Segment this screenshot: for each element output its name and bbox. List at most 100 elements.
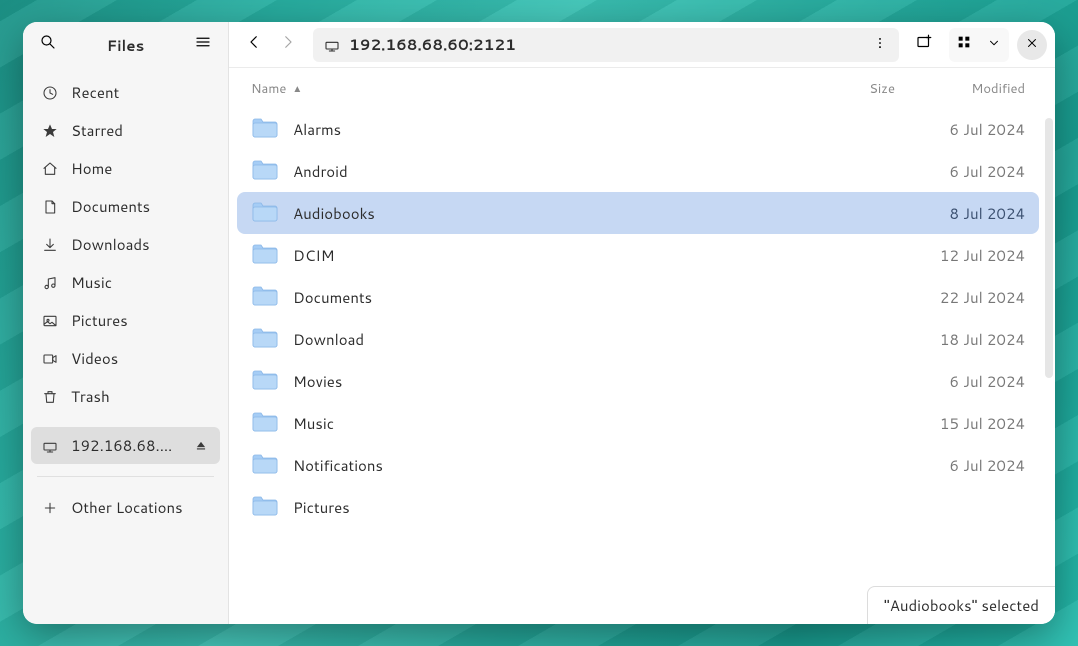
hamburger-icon xyxy=(194,33,212,57)
sidebar-item-trash[interactable]: Trash xyxy=(31,378,220,415)
sidebar-item-label: Downloads xyxy=(71,234,210,255)
search-button[interactable] xyxy=(31,28,65,62)
path-bar[interactable]: 192.168.68.60:2121 xyxy=(313,28,899,62)
file-name: DCIM xyxy=(293,245,805,266)
column-header-name[interactable]: Name ▲ xyxy=(251,80,805,98)
nav-buttons xyxy=(237,28,305,62)
sidebar-item-other-locations[interactable]: Other Locations xyxy=(31,489,220,526)
eject-button[interactable] xyxy=(192,437,210,455)
sidebar-divider xyxy=(37,476,214,477)
home-icon xyxy=(41,160,59,178)
view-mode-button[interactable] xyxy=(949,28,979,62)
search-icon xyxy=(39,33,57,57)
file-listing[interactable]: Name ▲ Size Modified Alarms 6 Jul 2024 A… xyxy=(229,68,1055,624)
sidebar-item-label: Pictures xyxy=(71,310,210,331)
column-header-modified[interactable]: Modified xyxy=(895,80,1025,98)
sidebar-item-label: Other Locations xyxy=(71,497,210,518)
folder-icon xyxy=(251,411,281,435)
sidebar-item-music[interactable]: Music xyxy=(31,264,220,301)
folder-icon xyxy=(251,453,281,477)
file-row[interactable]: Movies 6 Jul 2024 xyxy=(237,360,1039,402)
sidebar-item-network-share[interactable]: 192.168.68.6… xyxy=(31,427,220,464)
column-header-size[interactable]: Size xyxy=(805,80,895,98)
hamburger-menu-button[interactable] xyxy=(186,28,220,62)
toolbar: 192.168.68.60:2121 xyxy=(229,22,1055,68)
file-row[interactable]: Notifications 6 Jul 2024 xyxy=(237,444,1039,486)
grid-icon xyxy=(956,33,972,56)
file-name: Movies xyxy=(293,371,805,392)
file-row[interactable]: Music 15 Jul 2024 xyxy=(237,402,1039,444)
back-button[interactable] xyxy=(237,28,271,62)
sidebar-other: Other Locations xyxy=(23,483,228,532)
forward-button[interactable] xyxy=(271,28,305,62)
folder-icon xyxy=(251,243,281,267)
folder-icon xyxy=(251,117,281,141)
file-name: Notifications xyxy=(293,455,805,476)
folder-icon xyxy=(251,285,281,309)
folder-icon xyxy=(251,327,281,351)
file-manager-window: Files Recent Starred Hom xyxy=(23,22,1055,624)
file-name: Android xyxy=(293,161,805,182)
file-name: Download xyxy=(293,329,805,350)
path-text: 192.168.68.60:2121 xyxy=(349,34,859,55)
selection-status-text: "Audiobooks" selected xyxy=(884,595,1039,616)
folder-icon xyxy=(251,159,281,183)
videos-icon xyxy=(41,350,59,368)
view-options-button[interactable] xyxy=(979,28,1009,62)
sidebar-item-label: 192.168.68.6… xyxy=(71,435,180,456)
file-modified: 12 Jul 2024 xyxy=(895,245,1025,266)
file-row[interactable]: Alarms 6 Jul 2024 xyxy=(237,108,1039,150)
column-header-name-label: Name xyxy=(251,80,286,98)
sidebar-item-label: Videos xyxy=(71,348,210,369)
sidebar-item-label: Recent xyxy=(71,82,210,103)
close-icon xyxy=(1025,33,1039,56)
file-row[interactable]: Documents 22 Jul 2024 xyxy=(237,276,1039,318)
folder-icon xyxy=(251,201,281,225)
path-options-button[interactable] xyxy=(867,32,893,58)
sidebar-item-pictures[interactable]: Pictures xyxy=(31,302,220,339)
sidebar-item-label: Home xyxy=(71,158,210,179)
sidebar-item-documents[interactable]: Documents xyxy=(31,188,220,225)
sidebar-item-home[interactable]: Home xyxy=(31,150,220,187)
file-row[interactable]: DCIM 12 Jul 2024 xyxy=(237,234,1039,276)
file-name: Audiobooks xyxy=(293,203,805,224)
new-tab-icon xyxy=(915,33,933,57)
sidebar-item-label: Documents xyxy=(71,196,210,217)
sidebar-item-downloads[interactable]: Downloads xyxy=(31,226,220,263)
file-row[interactable]: Android 6 Jul 2024 xyxy=(237,150,1039,192)
download-icon xyxy=(41,236,59,254)
file-modified: 6 Jul 2024 xyxy=(895,119,1025,140)
trash-icon xyxy=(41,388,59,406)
file-row[interactable]: Audiobooks 8 Jul 2024 xyxy=(237,192,1039,234)
sidebar-places: Recent Starred Home Documents Downloads xyxy=(23,68,228,421)
app-title: Files xyxy=(71,35,180,56)
file-row[interactable]: Pictures xyxy=(237,486,1039,528)
server-icon xyxy=(41,437,59,455)
star-icon xyxy=(41,122,59,140)
selection-status: "Audiobooks" selected xyxy=(867,586,1055,624)
sidebar-item-label: Starred xyxy=(71,120,210,141)
sidebar-item-starred[interactable]: Starred xyxy=(31,112,220,149)
chevron-right-icon xyxy=(279,33,297,57)
file-row[interactable]: Download 18 Jul 2024 xyxy=(237,318,1039,360)
close-button[interactable] xyxy=(1017,30,1047,60)
file-modified: 15 Jul 2024 xyxy=(895,413,1025,434)
new-tab-button[interactable] xyxy=(907,28,941,62)
kebab-icon xyxy=(873,33,887,56)
folder-icon xyxy=(251,495,281,519)
file-modified: 22 Jul 2024 xyxy=(895,287,1025,308)
sidebar-header: Files xyxy=(23,22,228,68)
file-name: Alarms xyxy=(293,119,805,140)
file-modified: 8 Jul 2024 xyxy=(895,203,1025,224)
sidebar-item-recent[interactable]: Recent xyxy=(31,74,220,111)
sidebar-network: 192.168.68.6… xyxy=(23,421,228,470)
main-panel: 192.168.68.60:2121 xyxy=(229,22,1055,624)
sidebar-item-videos[interactable]: Videos xyxy=(31,340,220,377)
file-name: Documents xyxy=(293,287,805,308)
sidebar: Files Recent Starred Hom xyxy=(23,22,229,624)
file-modified: 18 Jul 2024 xyxy=(895,329,1025,350)
pictures-icon xyxy=(41,312,59,330)
clock-icon xyxy=(41,84,59,102)
column-headers: Name ▲ Size Modified xyxy=(237,76,1039,108)
scrollbar[interactable] xyxy=(1045,118,1053,378)
